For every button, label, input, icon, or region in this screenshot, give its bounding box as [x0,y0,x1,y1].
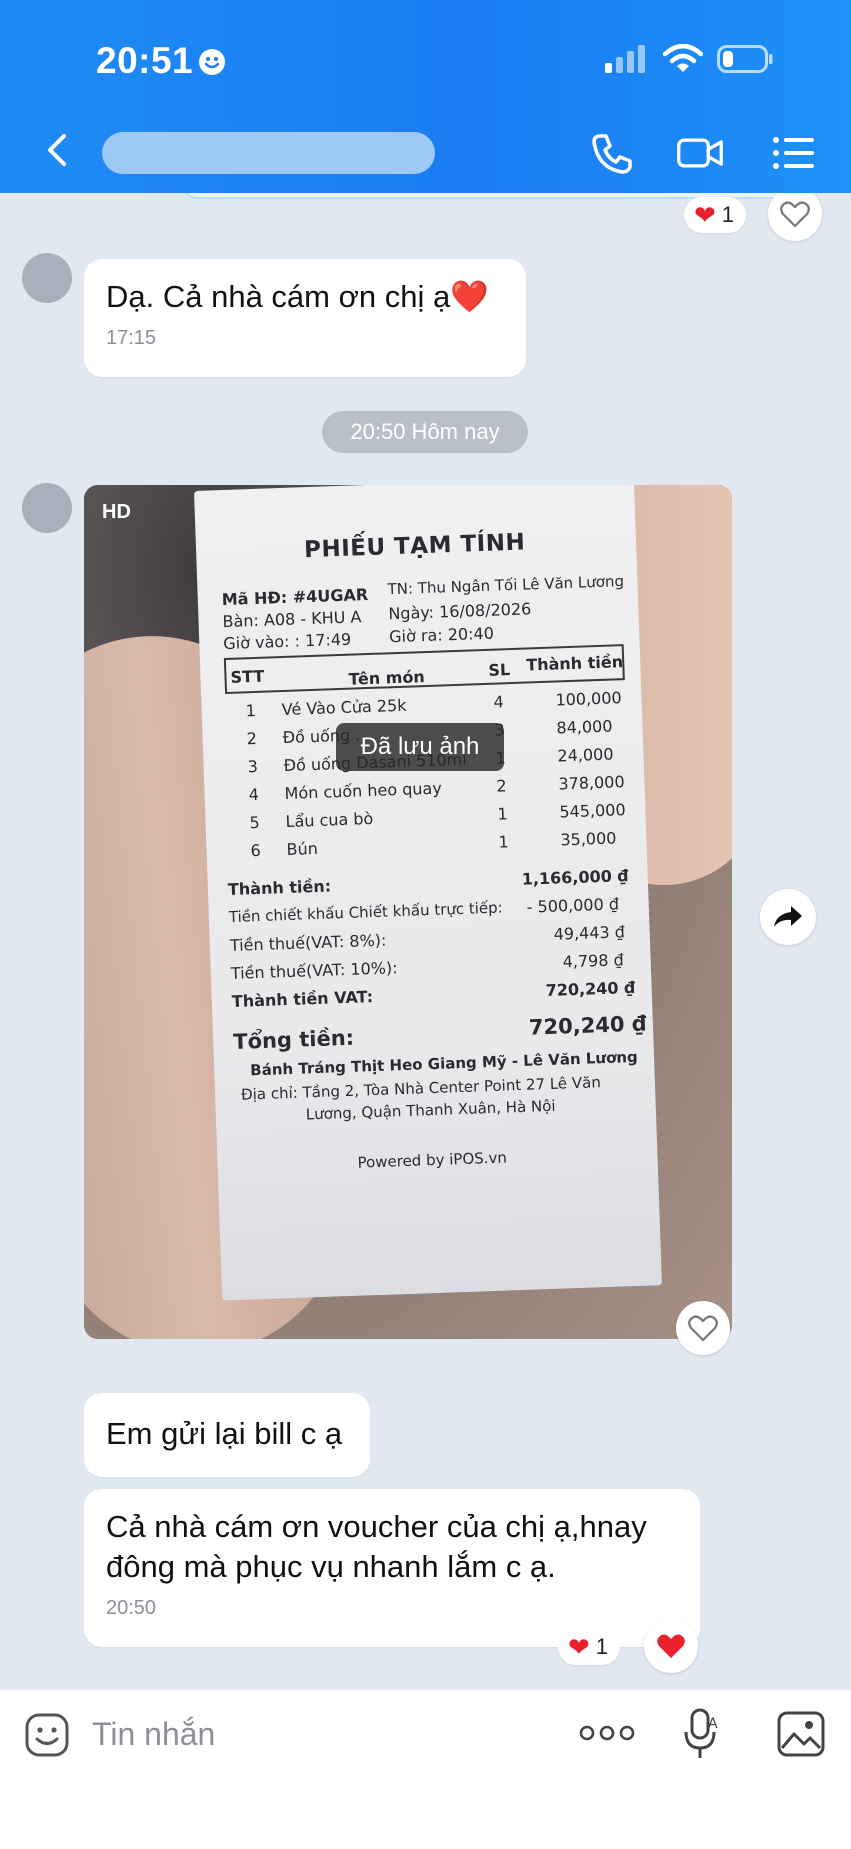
photo-gallery-icon[interactable] [776,1710,826,1758]
hd-badge: HD [102,501,131,523]
vat8-label: Tiền thuế(VAT: 8%): [229,930,387,956]
receipt-table-header: STT Tên món SL Thành tiền [223,644,625,695]
powered-by: Powered by iPOS.vn [357,1148,508,1172]
wifi-icon [663,44,703,72]
sender-avatar[interactable] [22,253,72,303]
message-text-line: đông mà phục vụ nhanh lắm c ạ. [106,1549,556,1584]
saved-toast: Đã lưu ảnh [336,723,504,771]
vat10-value: 4,798 ₫ [562,950,625,972]
subtotal-label: Thành tiền: [227,876,332,900]
svg-text:A: A [708,1716,718,1732]
vat-total-value: 720,240 ₫ [545,977,636,1001]
heart-filled-icon [657,1634,685,1658]
receipt-date: Ngày: 16/08/2026 [388,599,532,624]
sender-avatar[interactable] [22,483,72,533]
photo-message[interactable]: PHIẾU TẠM TÍNH Mã HĐ: #4UGAR TN: Thu Ngâ… [84,485,732,1339]
message-list[interactable]: ❤ 1 Dạ. Cả nhà cám ơn chị ạ❤️ 17:15 20:5… [0,193,851,1690]
battery-icon [717,45,773,73]
col-qty: SL [488,660,511,680]
heart-outline-icon [688,1315,718,1342]
heart-icon: ❤ [568,1631,590,1662]
voice-to-text-mic-icon[interactable]: A [682,1706,722,1762]
grand-total-value: 720,240 ₫ [528,1011,647,1040]
focus-smiley-icon [199,49,225,75]
message-bubble[interactable]: Em gửi lại bill c ạ [84,1393,370,1477]
store-address-2: Lương, Quận Thanh Xuân, Hà Nội [305,1096,556,1124]
reaction-summary[interactable]: ❤ 1 [558,1629,621,1665]
share-arrow-icon [774,906,802,927]
grand-total-label: Tổng tiền: [232,1025,355,1054]
subtotal-value: 1,166,000 ₫ [521,866,629,889]
message-composer: A [0,1690,851,1849]
react-button-active[interactable] [644,1619,698,1673]
message-time: 20:50 [106,1597,157,1619]
reaction-count: 1 [721,202,735,227]
message-text-line: Cả nhà cám ơn voucher của chị ạ,hnay [106,1509,647,1544]
col-name: Tên món [348,667,426,689]
status-time: 20:51 [96,40,194,81]
col-stt: STT [230,666,265,687]
discount-value: - 500,000 ₫ [526,894,620,917]
vat-total-label: Thành tiền VAT: [231,987,374,1011]
heart-icon: ❤ [694,199,716,230]
message-input[interactable] [92,1708,492,1760]
col-total: Thành tiền [525,652,624,675]
discount-label: Tiền chiết khấu Chiết khấu trực tiếp: [228,898,503,927]
share-button[interactable] [760,889,816,945]
video-call-icon[interactable] [676,130,724,176]
vat10-label: Tiền thuế(VAT: 10%): [230,958,398,984]
receipt-cashier: TN: Thu Ngân Tối Lê Văn Lương [387,572,625,599]
receipt-invoice: Mã HĐ: #4UGAR [221,584,369,610]
more-options-icon[interactable] [578,1720,636,1746]
receipt-paper: PHIẾU TẠM TÍNH Mã HĐ: #4UGAR TN: Thu Ngâ… [194,485,663,1301]
message-bubble[interactable]: Cả nhà cám ơn voucher của chị ạ,hnay đôn… [84,1489,700,1647]
status-indicators [605,44,773,74]
vat8-value: 49,443 ₫ [553,922,626,944]
phone-call-icon[interactable] [588,130,636,176]
message-text: Dạ. Cả nhà cám ơn chị ạ❤️ [106,279,489,314]
photo-react-button[interactable] [676,1301,730,1355]
chat-header: 20:51 [0,0,851,193]
sticker-emoji-icon[interactable] [24,1712,70,1758]
cellular-signal-icon [605,45,645,73]
contact-name-redacted[interactable] [102,132,435,174]
reaction-summary[interactable]: ❤ 1 [684,197,747,233]
reaction-count: 1 [595,1634,609,1659]
receipt-table: Bàn: A08 - KHU A [222,607,362,632]
message-time: 17:15 [106,327,157,349]
receipt-title: PHIẾU TẠM TÍNH [303,529,526,564]
message-text: Em gửi lại bill c ạ [106,1416,343,1451]
back-chevron-icon[interactable] [36,128,80,172]
react-button[interactable] [768,193,822,241]
receipt-time-out: Giờ ra: 20:40 [388,623,495,647]
receipt-time-in: Giờ vào: : 17:49 [223,629,352,654]
message-bubble[interactable]: Dạ. Cả nhà cám ơn chị ạ❤️ 17:15 [84,259,526,377]
heart-outline-icon [780,201,810,228]
date-separator: 20:50 Hôm nay [322,411,528,453]
menu-list-icon[interactable] [770,130,818,176]
